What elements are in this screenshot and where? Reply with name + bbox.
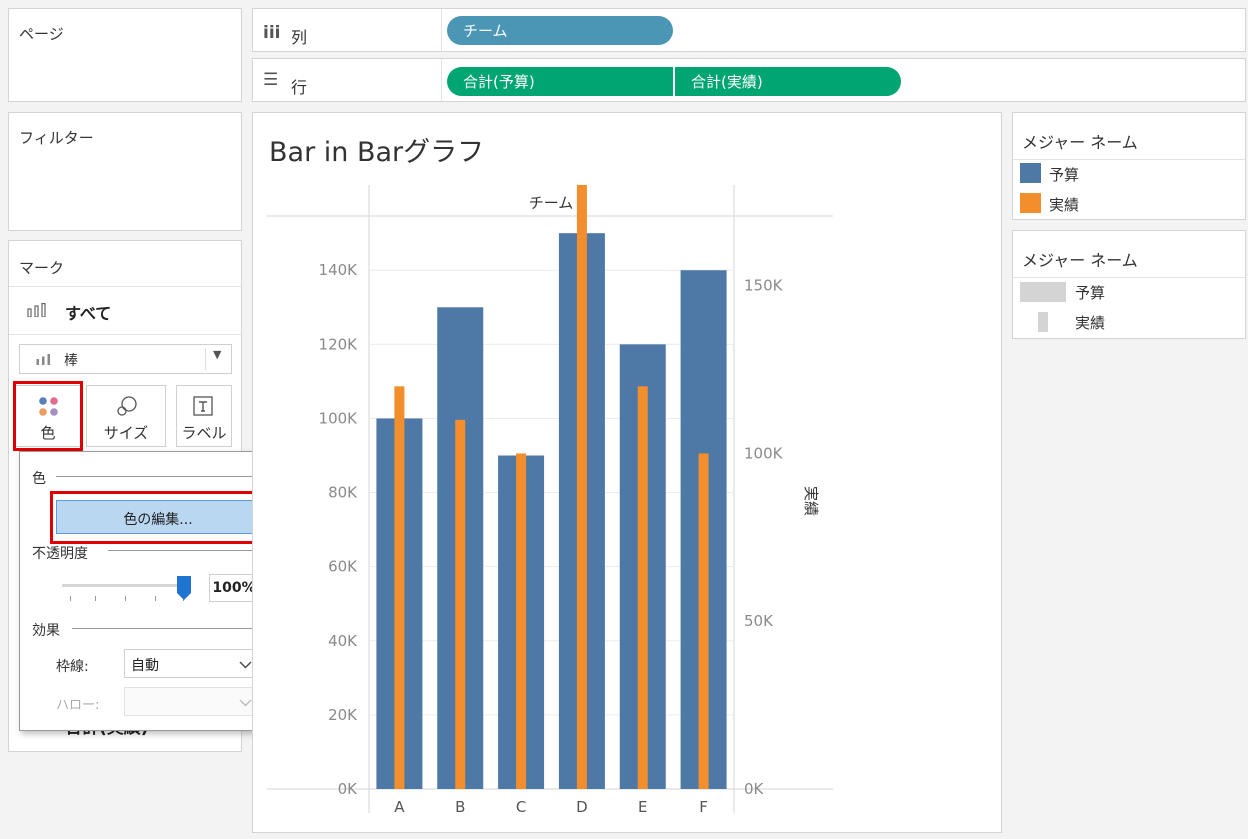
divider [1013, 277, 1245, 278]
mark-type-dropdown[interactable]: 棒 ▼ [19, 344, 232, 374]
category-label: E [638, 798, 647, 816]
divider [441, 9, 442, 51]
columns-icon: iii [263, 23, 281, 43]
right-axis-tick-label: 150K [744, 277, 784, 295]
right-axis-label: 実績 [802, 486, 820, 516]
opacity-section-title: 不透明度 [32, 546, 88, 562]
chart-title: Bar in Barグラフ [269, 137, 484, 168]
halo-dropdown[interactable] [124, 687, 259, 716]
label-mark-label: ラベル [181, 424, 227, 442]
left-axis-tick-label: 120K [319, 335, 359, 353]
left-axis-tick-label: 100K [319, 409, 359, 427]
category-label: F [699, 798, 708, 816]
legend-label-actual: 実績 [1049, 196, 1080, 214]
bar-actual-D[interactable] [576, 185, 587, 789]
slider-track [62, 584, 184, 587]
color-section-title: 色 [32, 471, 46, 487]
size-icon [117, 396, 137, 416]
size-mark-label: サイズ [103, 424, 149, 442]
bar-actual-C[interactable] [516, 453, 527, 789]
right-axis-tick-label: 100K [744, 444, 784, 462]
bar-chart-icon [36, 354, 50, 365]
columns-pill-team[interactable]: チーム [447, 16, 673, 45]
chevron-down-icon: ▼ [213, 348, 222, 361]
left-axis-tick-label: 20K [328, 706, 358, 724]
size-swatch-budget [1020, 282, 1066, 302]
column-header-team: チーム [529, 194, 574, 212]
bar-actual-F[interactable] [698, 453, 709, 789]
pages-shelf[interactable]: ページ [8, 8, 242, 102]
color-button-highlight [13, 381, 83, 451]
right-axis-tick-label: 0K [744, 780, 765, 798]
columns-label: 列 [291, 28, 308, 47]
text-label-icon [193, 396, 213, 416]
size-legend-title: メジャー ネーム [1022, 251, 1138, 270]
border-value: 自動 [131, 658, 159, 674]
opacity-value: 100% [212, 580, 256, 596]
divider [56, 476, 284, 477]
edit-button-highlight [50, 491, 267, 544]
rows-shelf[interactable]: ☰ 行 合計(予算) 合計(実績) [252, 58, 1246, 102]
filters-shelf-title: フィルター [19, 129, 94, 147]
slider-ticks [62, 596, 184, 601]
category-label: D [576, 798, 588, 816]
color-legend-title: メジャー ネーム [1022, 133, 1138, 152]
chevron-down-icon [239, 661, 252, 669]
left-axis-tick-label: 80K [328, 484, 358, 502]
category-label: C [516, 798, 526, 816]
bar-actual-A[interactable] [394, 386, 405, 789]
label-mark-button[interactable]: ラベル [176, 385, 232, 447]
opacity-slider[interactable] [62, 576, 192, 604]
category-label: B [455, 798, 465, 816]
category-label: A [394, 798, 405, 816]
divider [1013, 159, 1245, 160]
color-legend[interactable]: メジャー ネーム 予算 実績 [1012, 112, 1246, 220]
marks-card-title: マーク [19, 259, 65, 277]
filters-shelf[interactable]: フィルター [8, 112, 242, 231]
legend-swatch-actual [1020, 193, 1041, 213]
chart-sheet: Bar in Barグラフ チーム 0K 20K 40K 60K 80K 100K 120K… [252, 112, 1002, 833]
bar-chart-icon [27, 303, 46, 317]
marks-all-row[interactable]: すべて [9, 287, 241, 333]
left-axis-tick-label: 140K [319, 261, 359, 279]
bar-actual-B[interactable] [455, 419, 466, 789]
columns-shelf[interactable]: iii 列 チーム [252, 8, 1246, 52]
rows-pill-budget[interactable]: 合計(予算) [447, 67, 673, 96]
divider [9, 334, 241, 335]
pages-shelf-title: ページ [19, 25, 64, 43]
slider-thumb[interactable] [177, 576, 191, 600]
left-axis-tick-label: 40K [328, 632, 358, 650]
size-swatch-actual [1038, 312, 1048, 332]
size-label-actual: 実績 [1075, 314, 1106, 332]
left-axis-tick-label: 60K [328, 558, 358, 576]
bar-actual-E[interactable] [637, 386, 648, 789]
halo-label: ハロー: [56, 698, 100, 713]
legend-label-budget: 予算 [1049, 166, 1080, 184]
legend-swatch-budget [1020, 163, 1041, 183]
mark-type-value: 棒 [64, 353, 78, 369]
rows-label: 行 [291, 78, 308, 97]
rows-icon: ☰ [263, 70, 279, 90]
left-axis-tick-label: 0K [338, 780, 359, 798]
rows-pill-actual[interactable]: 合計(実績) [675, 67, 901, 96]
border-label: 枠線: [56, 659, 89, 675]
chevron-down-icon [239, 699, 252, 707]
size-legend[interactable]: メジャー ネーム 予算 実績 [1012, 230, 1246, 339]
marks-all-label: すべて [65, 304, 112, 323]
divider [441, 59, 442, 101]
right-axis-tick-label: 50K [744, 612, 774, 630]
size-label-budget: 予算 [1075, 284, 1106, 302]
border-dropdown[interactable]: 自動 [124, 649, 259, 678]
bar-in-bar-chart: Bar in Barグラフ チーム 0K 20K 40K 60K 80K 100K 120K… [267, 137, 833, 816]
divider [205, 348, 206, 370]
effects-section-title: 効果 [32, 623, 60, 639]
size-mark-button[interactable]: サイズ [86, 385, 166, 447]
